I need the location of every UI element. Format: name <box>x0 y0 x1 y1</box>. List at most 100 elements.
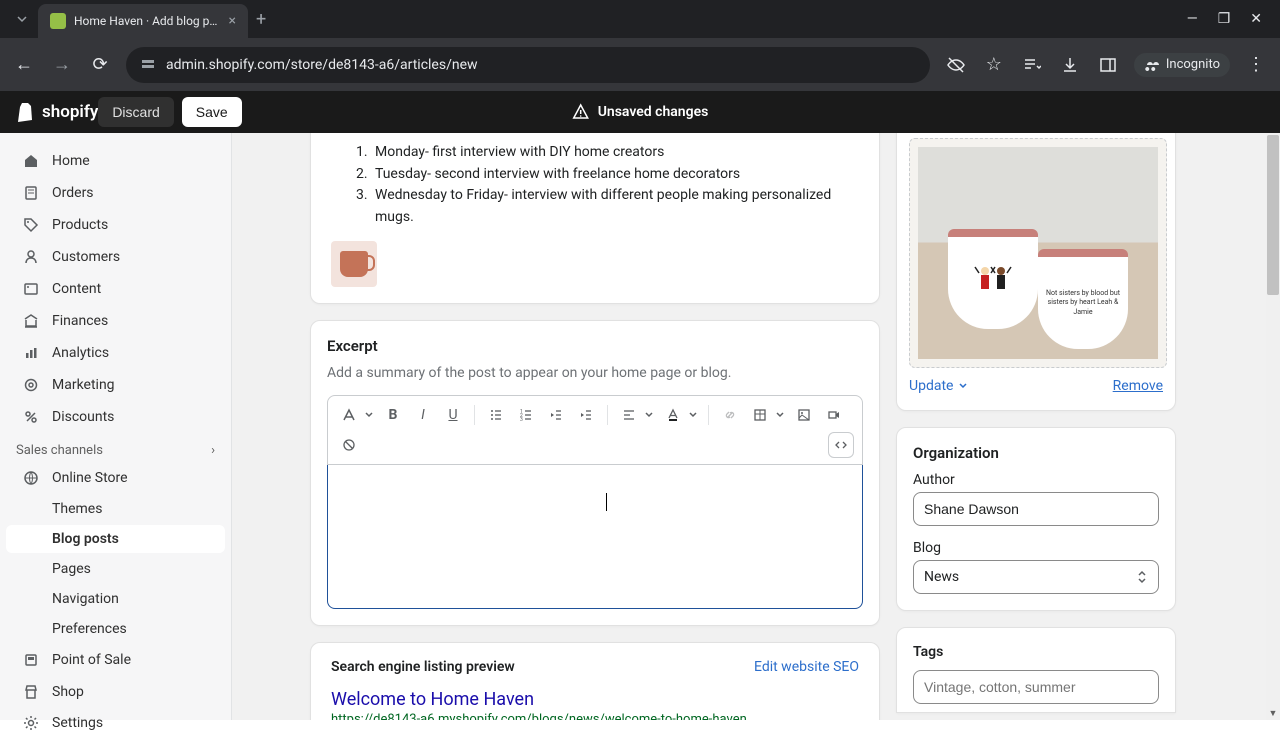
sidebar-item-products[interactable]: Products <box>6 210 225 240</box>
list-item[interactable]: Monday- first interview with DIY home cr… <box>371 142 859 164</box>
incognito-badge[interactable]: Incognito <box>1134 53 1230 77</box>
reload-icon[interactable]: ⟳ <box>88 53 112 77</box>
sidebar-item-analytics[interactable]: Analytics <box>6 338 225 368</box>
sidebar-item-online-store[interactable]: Online Store <box>6 463 225 493</box>
chevron-down-icon[interactable] <box>362 402 376 428</box>
sidebar-item-label: Products <box>52 217 108 233</box>
figures-illustration <box>973 263 1013 303</box>
main-content: Monday- first interview with DIY home cr… <box>232 133 1280 720</box>
align-icon[interactable] <box>616 402 642 428</box>
close-icon[interactable]: × <box>229 13 236 29</box>
window-controls: — ❐ ✕ <box>1187 11 1280 27</box>
link-icon[interactable] <box>717 402 743 428</box>
chevron-down-icon[interactable] <box>642 402 656 428</box>
eye-off-icon[interactable] <box>944 53 968 77</box>
ordered-list-icon[interactable]: 123 <box>513 402 539 428</box>
select-caret-icon <box>1136 569 1148 585</box>
sidebar-item-settings[interactable]: Settings <box>6 708 225 738</box>
image-icon[interactable] <box>791 402 817 428</box>
sidebar-sub-navigation[interactable]: Navigation <box>6 585 225 613</box>
tags-label: Tags <box>913 644 1159 660</box>
kebab-icon[interactable]: ⋮ <box>1244 53 1268 77</box>
playlist-icon[interactable] <box>1020 53 1044 77</box>
chevron-down-icon[interactable] <box>686 402 700 428</box>
sidebar-item-label: Point of Sale <box>52 652 131 668</box>
seo-section-title: Search engine listing preview <box>331 659 515 675</box>
shopify-topbar: shopify Unsaved changes Discard Save <box>0 91 1280 133</box>
author-input[interactable] <box>913 492 1159 526</box>
sidebar-item-pos[interactable]: Point of Sale <box>6 645 225 675</box>
sidebar-item-finances[interactable]: Finances <box>6 306 225 336</box>
mug-icon <box>340 251 368 277</box>
organization-title: Organization <box>913 444 1159 462</box>
download-icon[interactable] <box>1058 53 1082 77</box>
chevron-down-icon[interactable] <box>773 402 787 428</box>
outdent-icon[interactable] <box>543 402 569 428</box>
site-info-icon[interactable] <box>140 57 156 73</box>
update-image-link[interactable]: Update <box>909 378 969 394</box>
list-item[interactable]: Tuesday- second interview with freelance… <box>371 164 859 186</box>
bold-icon[interactable]: B <box>380 402 406 428</box>
indent-icon[interactable] <box>573 402 599 428</box>
sidebar-item-label: Online Store <box>52 470 128 486</box>
sidebar-sub-pages[interactable]: Pages <box>6 555 225 583</box>
list-item[interactable]: Wednesday to Friday- interview with diff… <box>371 185 859 228</box>
star-icon[interactable]: ☆ <box>982 53 1006 77</box>
sidebar-item-home[interactable]: Home <box>6 146 225 176</box>
tab-dropdown-icon[interactable] <box>6 3 38 35</box>
minimize-icon[interactable]: — <box>1187 11 1198 27</box>
paragraph-format-icon[interactable] <box>336 402 362 428</box>
sidebar-item-marketing[interactable]: Marketing <box>6 370 225 400</box>
video-icon[interactable] <box>821 402 847 428</box>
panel-icon[interactable] <box>1096 53 1120 77</box>
remove-image-link[interactable]: Remove <box>1113 378 1163 394</box>
bullet-list-icon[interactable] <box>483 402 509 428</box>
inline-image-mug[interactable] <box>331 241 377 287</box>
shopify-logo[interactable]: shopify <box>16 101 98 123</box>
sidebar-item-label: Marketing <box>52 377 115 393</box>
discard-button[interactable]: Discard <box>98 97 173 127</box>
sidebar-item-discounts[interactable]: Discounts <box>6 402 225 432</box>
toolbar-separator <box>474 405 475 425</box>
window-close-icon[interactable]: ✕ <box>1250 11 1262 27</box>
back-icon[interactable]: ← <box>12 53 36 77</box>
featured-image-preview[interactable]: Not sisters by blood but sisters by hear… <box>909 138 1167 368</box>
text-color-icon[interactable] <box>660 402 686 428</box>
sidebar-item-content[interactable]: Content <box>6 274 225 304</box>
code-view-icon[interactable] <box>828 432 854 458</box>
main-column: Monday- first interview with DIY home cr… <box>310 133 880 720</box>
blog-select[interactable]: News <box>913 560 1159 594</box>
new-tab-button[interactable]: + <box>256 9 266 30</box>
browser-tab[interactable]: Home Haven · Add blog post · × <box>38 4 248 38</box>
shop-icon <box>22 683 40 701</box>
sidebar-item-shop[interactable]: Shop <box>6 677 225 707</box>
tags-input[interactable] <box>913 670 1159 704</box>
home-icon <box>22 152 40 170</box>
sidebar-item-customers[interactable]: Customers <box>6 242 225 272</box>
chevron-right-icon[interactable]: › <box>211 443 215 458</box>
sidebar-sub-blog-posts[interactable]: Blog posts <box>6 525 225 553</box>
incognito-icon <box>1144 57 1160 73</box>
sidebar-sub-themes[interactable]: Themes <box>6 495 225 523</box>
scrollbar[interactable]: ▲ ▼ <box>1266 133 1280 720</box>
save-button[interactable]: Save <box>182 97 242 127</box>
forward-icon[interactable]: → <box>50 53 74 77</box>
clear-format-icon[interactable] <box>336 432 362 458</box>
italic-icon[interactable]: I <box>410 402 436 428</box>
sidebar-sub-preferences[interactable]: Preferences <box>6 615 225 643</box>
excerpt-editor[interactable] <box>327 465 863 609</box>
underline-icon[interactable]: U <box>440 402 466 428</box>
edit-seo-link[interactable]: Edit website SEO <box>754 659 859 675</box>
toolbar-separator <box>708 405 709 425</box>
maximize-icon[interactable]: ❐ <box>1218 11 1231 27</box>
scroll-thumb[interactable] <box>1267 135 1279 295</box>
tab-strip: Home Haven · Add blog post · × + — ❐ ✕ <box>0 0 1280 38</box>
scroll-down-icon[interactable]: ▼ <box>1266 706 1280 720</box>
table-icon[interactable] <box>747 402 773 428</box>
url-text: admin.shopify.com/store/de8143-a6/articl… <box>166 57 478 73</box>
unsaved-changes-banner: Unsaved changes <box>572 103 709 121</box>
address-bar[interactable]: admin.shopify.com/store/de8143-a6/articl… <box>126 47 930 83</box>
author-label: Author <box>913 472 1159 488</box>
content-list: Monday- first interview with DIY home cr… <box>331 142 859 229</box>
sidebar-item-orders[interactable]: Orders <box>6 178 225 208</box>
